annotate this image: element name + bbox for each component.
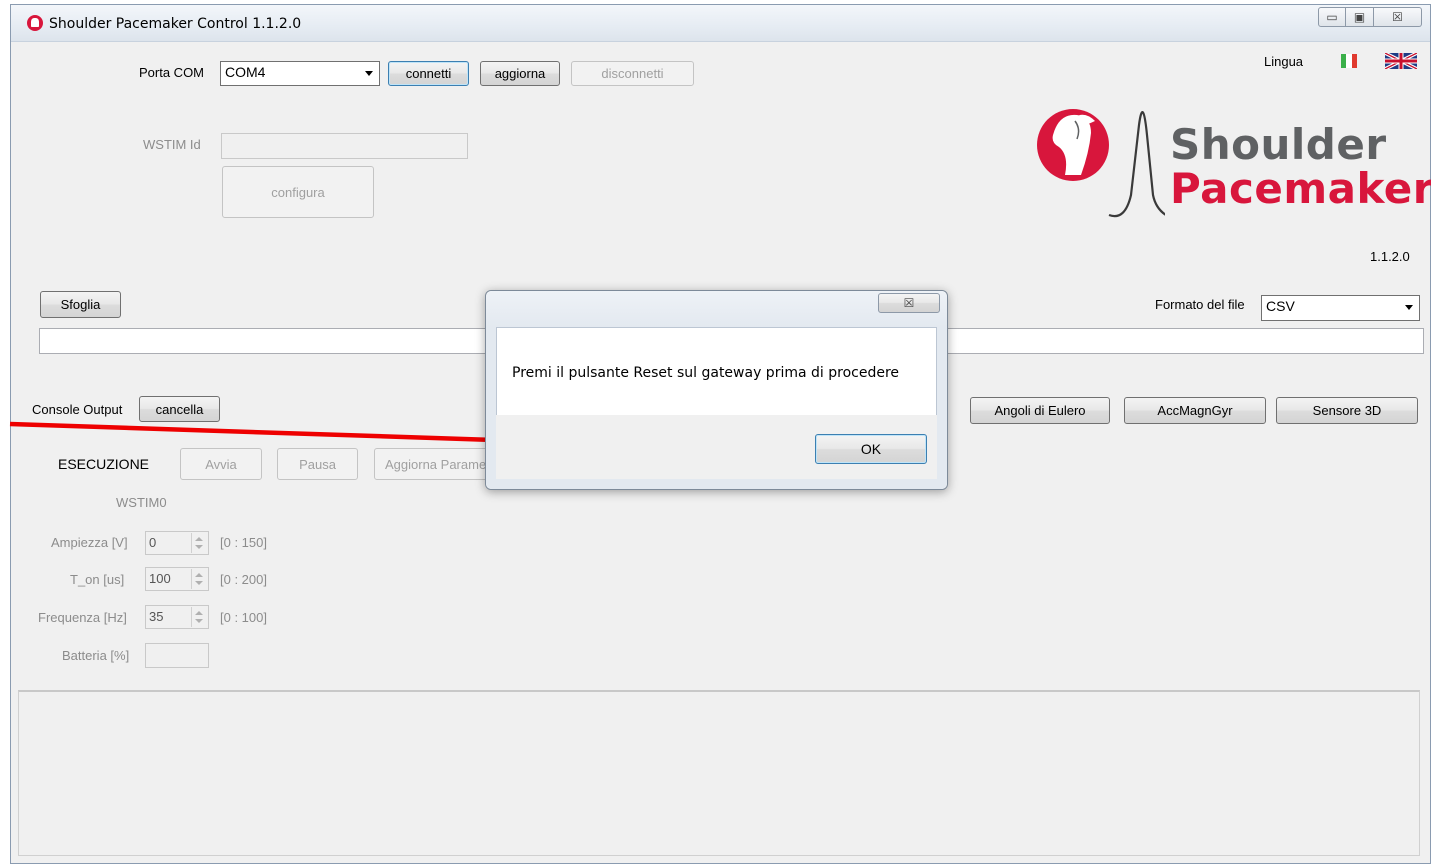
euler-angles-button[interactable]: Angoli di Eulero (970, 397, 1110, 424)
param-label-ton: T_on [us] (70, 572, 125, 587)
param-range-ton: [0 : 200] (220, 572, 267, 587)
disconnect-button[interactable]: disconnetti (571, 61, 694, 86)
chevron-down-icon (365, 71, 373, 76)
reset-dialog[interactable]: ☒ Premi il pulsante Reset sul gateway pr… (485, 290, 948, 490)
port-com-select[interactable]: COM4 (220, 61, 380, 86)
language-label: Lingua (1264, 54, 1304, 69)
version-label: 1.1.2.0 (1370, 249, 1410, 264)
console-output-area[interactable] (18, 690, 1420, 856)
minimize-button[interactable]: ▭ (1318, 7, 1346, 27)
configure-button[interactable]: configura (222, 166, 374, 218)
console-output-label: Console Output (32, 402, 123, 417)
close-icon: ☒ (903, 296, 915, 310)
browse-button[interactable]: Sfoglia (40, 291, 121, 318)
minimize-icon: ▭ (1326, 10, 1338, 24)
close-button[interactable]: ☒ (1374, 7, 1422, 27)
param-range-amplitude: [0 : 150] (220, 535, 267, 550)
battery-label: Batteria [%] (62, 648, 130, 663)
frequency-value: 35 (149, 609, 164, 624)
amplitude-value: 0 (149, 535, 157, 550)
title-bar[interactable]: Shoulder Pacemaker Control 1.1.2.0 ▭ ▣ ☒ (11, 5, 1430, 42)
app-icon (27, 15, 43, 31)
file-format-select[interactable]: CSV (1261, 295, 1420, 321)
flag-it-icon[interactable] (1341, 54, 1357, 68)
file-format-label: Formato del file (1155, 297, 1245, 312)
frequency-stepper[interactable]: 35 (145, 605, 209, 629)
shoulder-logo-icon (1037, 109, 1165, 218)
maximize-button[interactable]: ▣ (1346, 7, 1374, 27)
clear-console-button[interactable]: cancella (139, 396, 220, 422)
maximize-icon: ▣ (1353, 10, 1366, 24)
sensor-3d-button[interactable]: Sensore 3D (1276, 397, 1418, 424)
spin-arrows-icon[interactable] (191, 533, 207, 553)
flag-uk-icon[interactable] (1385, 53, 1417, 69)
execution-title: ESECUZIONE (58, 456, 150, 472)
wstim-id-input[interactable] (221, 133, 468, 159)
acc-magn-gyr-button[interactable]: AccMagnGyr (1124, 397, 1266, 424)
port-com-label: Porta COM (139, 65, 205, 80)
dialog-close-button[interactable]: ☒ (878, 293, 940, 313)
close-icon: ☒ (1392, 10, 1403, 24)
param-range-frequency: [0 : 100] (220, 610, 267, 625)
logo-shoulder-text: Shoulder (1170, 120, 1387, 169)
spin-arrows-icon[interactable] (191, 607, 207, 627)
wstim-id-label: WSTIM Id (143, 137, 201, 152)
port-com-value: COM4 (225, 64, 266, 80)
param-label-amplitude: Ampiezza [V] (51, 535, 128, 550)
window-title: Shoulder Pacemaker Control 1.1.2.0 (49, 16, 302, 32)
connect-button[interactable]: connetti (388, 61, 469, 86)
chevron-down-icon (1405, 305, 1413, 310)
ton-stepper[interactable]: 100 (145, 567, 209, 591)
ok-button[interactable]: OK (815, 434, 927, 464)
start-button[interactable]: Avvia (180, 448, 262, 480)
pause-button[interactable]: Pausa (277, 448, 358, 480)
ton-value: 100 (149, 571, 171, 586)
file-format-value: CSV (1266, 298, 1295, 314)
refresh-button[interactable]: aggiorna (480, 61, 560, 86)
device-label: WSTIM0 (116, 495, 167, 510)
param-label-frequency: Frequenza [Hz] (38, 610, 127, 625)
dialog-message: Premi il pulsante Reset sul gateway prim… (512, 365, 900, 381)
amplitude-stepper[interactable]: 0 (145, 531, 209, 555)
logo-pacemaker-text: Pacemaker (1170, 164, 1431, 213)
battery-field (145, 643, 209, 668)
spin-arrows-icon[interactable] (191, 569, 207, 589)
